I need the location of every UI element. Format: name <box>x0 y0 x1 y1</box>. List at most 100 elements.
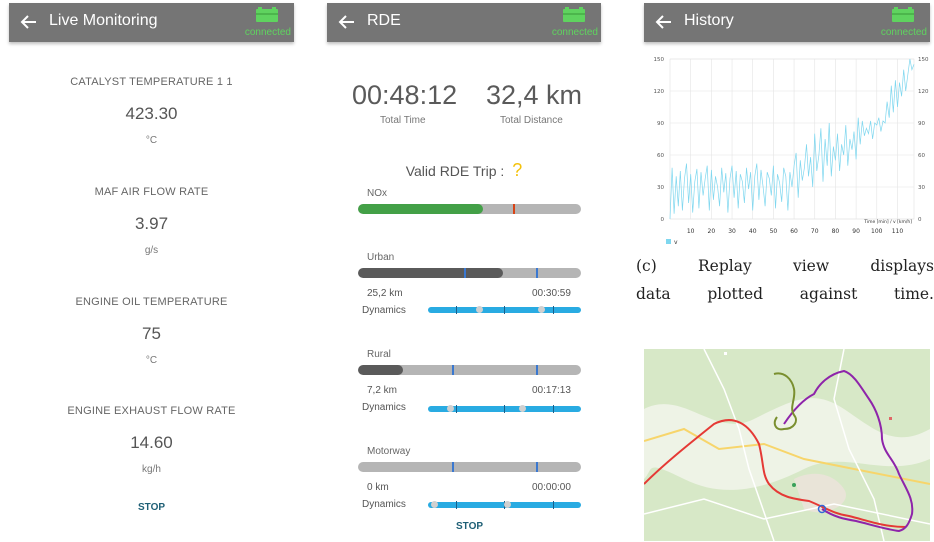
total-time-value: 00:48:12 <box>352 80 458 110</box>
dynamics-dot <box>519 405 526 412</box>
param-maf-air-flow: MAF AIR FLOW RATE 3.97 g/s <box>9 186 294 256</box>
map-pin-icon <box>792 483 796 487</box>
back-arrow-icon[interactable] <box>19 12 39 32</box>
dynamics-dot <box>476 306 483 313</box>
obd-adapter-icon <box>256 7 278 22</box>
dynamics-dot <box>447 405 454 412</box>
rde-screen: RDE connected 00:48:12 Total Time 32,4 k… <box>327 3 601 542</box>
dynamics-dot <box>431 501 438 508</box>
rural-distance: 7,2 km <box>367 385 398 396</box>
valid-rde-label: Valid RDE Trip : <box>405 163 505 179</box>
nox-label: NOx <box>367 188 387 199</box>
y-tick-label-left: 0 <box>661 217 665 223</box>
x-tick-label: 70 <box>811 228 819 235</box>
urban-time: 00:30:59 <box>532 288 571 299</box>
dynamics-tick <box>504 306 505 314</box>
rural-label: Rural <box>367 349 391 360</box>
map-poi-icon <box>724 352 727 355</box>
rural-progress-fill <box>358 365 403 375</box>
dynamics-tick <box>456 306 457 314</box>
valid-rde-trip: Valid RDE Trip :? <box>327 160 601 181</box>
param-value: 423.30 <box>125 104 178 123</box>
param-exhaust-flow-rate: ENGINE EXHAUST FLOW RATE 14.60 kg/h <box>9 405 294 475</box>
screen-title: RDE <box>367 12 401 29</box>
urban-min-marker <box>464 268 466 278</box>
motorway-dynamics-bar <box>428 501 581 509</box>
param-unit: °C <box>145 355 158 366</box>
param-value: 3.97 <box>134 214 169 233</box>
obd-adapter-icon <box>563 7 585 22</box>
y-tick-label-right: 120 <box>918 89 929 95</box>
live-monitoring-screen: Live Monitoring connected CATALYST TEMPE… <box>9 3 294 542</box>
urban-progress-fill <box>358 268 503 278</box>
x-tick-label: 80 <box>832 228 840 235</box>
caption-line-2: data plotted against time. <box>636 285 934 303</box>
urban-distance: 25,2 km <box>367 288 403 299</box>
rural-dynamics-bar <box>428 405 581 413</box>
param-engine-oil-temperature: ENGINE OIL TEMPERATURE 75 °C <box>9 296 294 366</box>
back-arrow-icon[interactable] <box>654 12 674 32</box>
motorway-progress-bar <box>358 462 581 472</box>
nox-progress-fill <box>358 204 483 214</box>
x-tick-label: 100 <box>871 228 883 235</box>
stop-button[interactable]: STOP <box>456 521 483 532</box>
motorway-min-marker <box>452 462 454 472</box>
map-poi-icon <box>889 417 892 420</box>
caption-line-1: (c) Replay view displays <box>636 257 934 275</box>
dynamics-tick <box>456 501 457 509</box>
dynamics-tick <box>553 405 554 413</box>
app-bar: Live Monitoring connected <box>9 3 294 42</box>
stop-button[interactable]: STOP <box>138 502 165 513</box>
y-tick-label-left: 90 <box>657 121 664 127</box>
param-unit: kg/h <box>142 464 161 475</box>
param-value: 75 <box>142 324 161 343</box>
rural-progress-bar <box>358 365 581 375</box>
route-map[interactable] <box>644 349 930 541</box>
x-tick-label: 110 <box>892 228 904 235</box>
param-name: CATALYST TEMPERATURE 1 1 <box>70 76 233 88</box>
screen-title: History <box>684 12 734 29</box>
x-tick-label: 40 <box>749 228 757 235</box>
rural-min-marker <box>452 365 454 375</box>
y-tick-label-right: 30 <box>918 185 925 191</box>
x-tick-label: 60 <box>790 228 798 235</box>
motorway-max-marker <box>536 462 538 472</box>
y-tick-label-right: 0 <box>918 217 922 223</box>
legend-swatch <box>666 239 671 244</box>
nox-progress-bar <box>358 204 581 214</box>
app-bar: RDE connected <box>327 3 601 42</box>
dynamics-tick <box>504 405 505 413</box>
app-bar: History connected <box>644 3 930 42</box>
y-tick-label-right: 60 <box>918 153 925 159</box>
back-arrow-icon[interactable] <box>337 12 357 32</box>
urban-progress-bar <box>358 268 581 278</box>
param-name: MAF AIR FLOW RATE <box>94 186 209 198</box>
x-axis-label: Time [min] / v [km/h] <box>863 219 912 225</box>
rural-dynamics-label: Dynamics <box>362 402 406 413</box>
connection-status: connected <box>551 27 598 38</box>
rural-max-marker <box>536 365 538 375</box>
obd-adapter-icon <box>892 7 914 22</box>
y-tick-label-left: 30 <box>657 185 664 191</box>
y-tick-label-right: 150 <box>918 57 929 63</box>
dynamics-tick <box>553 306 554 314</box>
y-tick-label-left: 150 <box>654 57 665 63</box>
param-unit: g/s <box>144 245 159 256</box>
param-catalyst-temperature: CATALYST TEMPERATURE 1 1 423.30 °C <box>9 76 294 146</box>
y-tick-label-right: 90 <box>918 121 925 127</box>
total-distance-value: 32,4 km <box>486 80 583 110</box>
x-tick-label: 90 <box>852 228 860 235</box>
urban-dynamics-label: Dynamics <box>362 305 406 316</box>
total-distance-label: Total Distance <box>500 115 563 126</box>
connection-status: connected <box>244 27 291 38</box>
x-tick-label: 50 <box>770 228 778 235</box>
history-chart[interactable]: 0 0 30 30 60 60 90 90 120 120 150 150 10 20 30 40 50 60 70… <box>644 49 930 249</box>
rural-time: 00:17:13 <box>532 385 571 396</box>
legend-label: v <box>674 239 678 246</box>
plot-area <box>669 58 915 220</box>
history-screen: History connected 0 0 30 30 60 60 90 90 120 120 15… <box>644 3 930 246</box>
x-tick-label: 20 <box>708 228 716 235</box>
dynamics-dot <box>504 501 511 508</box>
screen-title: Live Monitoring <box>49 12 158 29</box>
dynamics-tick <box>456 405 457 413</box>
